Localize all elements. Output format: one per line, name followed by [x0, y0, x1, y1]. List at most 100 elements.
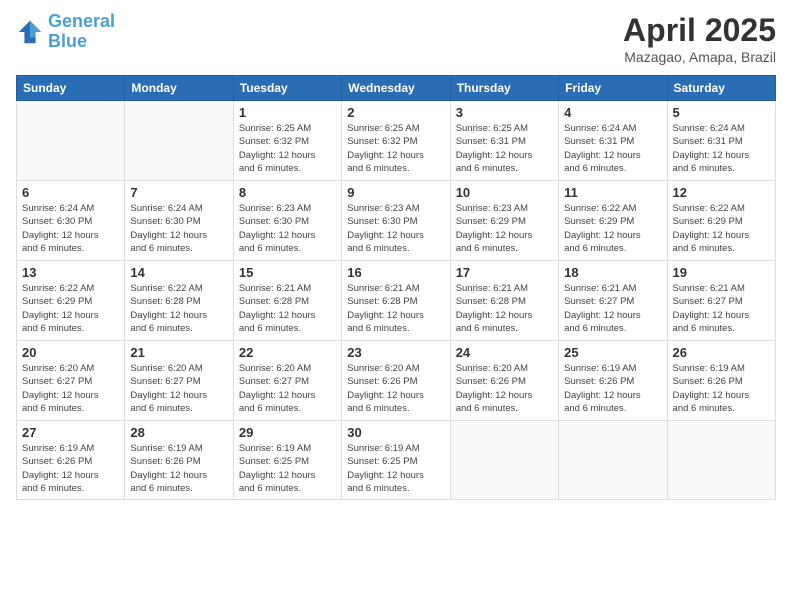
day-number: 30 — [347, 425, 444, 440]
day-number: 1 — [239, 105, 336, 120]
day-info: Sunrise: 6:25 AM Sunset: 6:32 PM Dayligh… — [239, 122, 336, 175]
calendar-day-cell: 20Sunrise: 6:20 AM Sunset: 6:27 PM Dayli… — [17, 341, 125, 421]
calendar-week-row: 27 Sunrise: 6:19 AM Sunset: 6:26 PM Dayli… — [17, 421, 776, 500]
calendar-day-cell: 28Sunrise: 6:19 AM Sunset: 6:26 PM Dayli… — [125, 421, 233, 500]
calendar-day-cell: 6 Sunrise: 6:24 AM Sunset: 6:30 PM Daylig… — [17, 181, 125, 261]
day-number: 22 — [239, 345, 336, 360]
title-block: April 2025 Mazagao, Amapa, Brazil — [623, 12, 776, 65]
day-info: Sunrise: 6:20 AM Sunset: 6:26 PM Dayligh… — [347, 362, 444, 415]
calendar-day-cell: 29 Sunrise: 6:19 AM Sunset: 6:25 PM Dayli… — [233, 421, 341, 500]
day-number: 6 — [22, 185, 119, 200]
calendar-header-thursday: Thursday — [450, 76, 558, 101]
calendar-header-wednesday: Wednesday — [342, 76, 450, 101]
calendar-day-cell — [17, 101, 125, 181]
day-info: Sunrise: 6:19 AM Sunset: 6:25 PM Dayligh… — [239, 442, 336, 495]
calendar-week-row: 13Sunrise: 6:22 AM Sunset: 6:29 PM Dayli… — [17, 261, 776, 341]
calendar-day-cell: 9 Sunrise: 6:23 AM Sunset: 6:30 PM Daylig… — [342, 181, 450, 261]
calendar-header-friday: Friday — [559, 76, 667, 101]
logo-icon — [16, 18, 44, 46]
day-info: Sunrise: 6:21 AM Sunset: 6:27 PM Dayligh… — [564, 282, 661, 335]
day-info: Sunrise: 6:22 AM Sunset: 6:29 PM Dayligh… — [564, 202, 661, 255]
day-info: Sunrise: 6:21 AM Sunset: 6:27 PM Dayligh… — [673, 282, 770, 335]
day-number: 12 — [673, 185, 770, 200]
day-info: Sunrise: 6:24 AM Sunset: 6:31 PM Dayligh… — [673, 122, 770, 175]
day-number: 10 — [456, 185, 553, 200]
calendar-day-cell: 23 Sunrise: 6:20 AM Sunset: 6:26 PM Dayli… — [342, 341, 450, 421]
day-info: Sunrise: 6:23 AM Sunset: 6:30 PM Dayligh… — [347, 202, 444, 255]
calendar-day-cell: 7Sunrise: 6:24 AM Sunset: 6:30 PM Daylig… — [125, 181, 233, 261]
calendar-day-cell: 30Sunrise: 6:19 AM Sunset: 6:25 PM Dayli… — [342, 421, 450, 500]
day-info: Sunrise: 6:19 AM Sunset: 6:26 PM Dayligh… — [673, 362, 770, 415]
day-number: 26 — [673, 345, 770, 360]
calendar-day-cell: 11 Sunrise: 6:22 AM Sunset: 6:29 PM Dayli… — [559, 181, 667, 261]
calendar-table: SundayMondayTuesdayWednesdayThursdayFrid… — [16, 75, 776, 500]
day-info: Sunrise: 6:20 AM Sunset: 6:27 PM Dayligh… — [130, 362, 227, 415]
calendar-day-cell: 3 Sunrise: 6:25 AM Sunset: 6:31 PM Daylig… — [450, 101, 558, 181]
day-info: Sunrise: 6:21 AM Sunset: 6:28 PM Dayligh… — [347, 282, 444, 335]
calendar-day-cell: 27 Sunrise: 6:19 AM Sunset: 6:26 PM Dayli… — [17, 421, 125, 500]
calendar-day-cell: 14Sunrise: 6:22 AM Sunset: 6:28 PM Dayli… — [125, 261, 233, 341]
calendar-day-cell: 25Sunrise: 6:19 AM Sunset: 6:26 PM Dayli… — [559, 341, 667, 421]
calendar-day-cell: 1 Sunrise: 6:25 AM Sunset: 6:32 PM Daylig… — [233, 101, 341, 181]
calendar-header-saturday: Saturday — [667, 76, 775, 101]
day-number: 18 — [564, 265, 661, 280]
calendar-week-row: 20Sunrise: 6:20 AM Sunset: 6:27 PM Dayli… — [17, 341, 776, 421]
logo-line2: Blue — [48, 32, 115, 52]
day-info: Sunrise: 6:20 AM Sunset: 6:26 PM Dayligh… — [456, 362, 553, 415]
day-info: Sunrise: 6:19 AM Sunset: 6:26 PM Dayligh… — [564, 362, 661, 415]
day-info: Sunrise: 6:21 AM Sunset: 6:28 PM Dayligh… — [456, 282, 553, 335]
calendar-day-cell: 2Sunrise: 6:25 AM Sunset: 6:32 PM Daylig… — [342, 101, 450, 181]
day-info: Sunrise: 6:21 AM Sunset: 6:28 PM Dayligh… — [239, 282, 336, 335]
location: Mazagao, Amapa, Brazil — [623, 49, 776, 65]
calendar-header-row: SundayMondayTuesdayWednesdayThursdayFrid… — [17, 76, 776, 101]
calendar-day-cell: 13Sunrise: 6:22 AM Sunset: 6:29 PM Dayli… — [17, 261, 125, 341]
calendar-header-sunday: Sunday — [17, 76, 125, 101]
day-number: 4 — [564, 105, 661, 120]
day-info: Sunrise: 6:22 AM Sunset: 6:29 PM Dayligh… — [673, 202, 770, 255]
calendar-day-cell: 19 Sunrise: 6:21 AM Sunset: 6:27 PM Dayli… — [667, 261, 775, 341]
day-number: 9 — [347, 185, 444, 200]
day-number: 8 — [239, 185, 336, 200]
day-number: 2 — [347, 105, 444, 120]
day-info: Sunrise: 6:19 AM Sunset: 6:26 PM Dayligh… — [22, 442, 119, 495]
day-info: Sunrise: 6:22 AM Sunset: 6:29 PM Dayligh… — [22, 282, 119, 335]
calendar-day-cell — [450, 421, 558, 500]
day-info: Sunrise: 6:23 AM Sunset: 6:30 PM Dayligh… — [239, 202, 336, 255]
day-number: 17 — [456, 265, 553, 280]
day-number: 11 — [564, 185, 661, 200]
day-info: Sunrise: 6:24 AM Sunset: 6:30 PM Dayligh… — [22, 202, 119, 255]
calendar-day-cell: 8 Sunrise: 6:23 AM Sunset: 6:30 PM Daylig… — [233, 181, 341, 261]
calendar-week-row: 1 Sunrise: 6:25 AM Sunset: 6:32 PM Daylig… — [17, 101, 776, 181]
calendar-day-cell: 18 Sunrise: 6:21 AM Sunset: 6:27 PM Dayli… — [559, 261, 667, 341]
calendar-day-cell: 17 Sunrise: 6:21 AM Sunset: 6:28 PM Dayli… — [450, 261, 558, 341]
calendar-day-cell: 24Sunrise: 6:20 AM Sunset: 6:26 PM Dayli… — [450, 341, 558, 421]
day-number: 23 — [347, 345, 444, 360]
day-info: Sunrise: 6:22 AM Sunset: 6:28 PM Dayligh… — [130, 282, 227, 335]
calendar-header-tuesday: Tuesday — [233, 76, 341, 101]
header: General Blue April 2025 Mazagao, Amapa, … — [16, 12, 776, 65]
day-info: Sunrise: 6:23 AM Sunset: 6:29 PM Dayligh… — [456, 202, 553, 255]
calendar-day-cell: 5Sunrise: 6:24 AM Sunset: 6:31 PM Daylig… — [667, 101, 775, 181]
day-number: 28 — [130, 425, 227, 440]
logo-line1: General — [48, 12, 115, 32]
logo: General Blue — [16, 12, 115, 52]
day-number: 27 — [22, 425, 119, 440]
calendar-header-monday: Monday — [125, 76, 233, 101]
day-number: 16 — [347, 265, 444, 280]
day-info: Sunrise: 6:20 AM Sunset: 6:27 PM Dayligh… — [239, 362, 336, 415]
page: General Blue April 2025 Mazagao, Amapa, … — [0, 0, 792, 612]
day-number: 3 — [456, 105, 553, 120]
calendar-day-cell — [125, 101, 233, 181]
calendar-day-cell: 15 Sunrise: 6:21 AM Sunset: 6:28 PM Dayli… — [233, 261, 341, 341]
day-info: Sunrise: 6:25 AM Sunset: 6:31 PM Dayligh… — [456, 122, 553, 175]
day-number: 19 — [673, 265, 770, 280]
day-info: Sunrise: 6:20 AM Sunset: 6:27 PM Dayligh… — [22, 362, 119, 415]
calendar-week-row: 6 Sunrise: 6:24 AM Sunset: 6:30 PM Daylig… — [17, 181, 776, 261]
calendar-day-cell: 22 Sunrise: 6:20 AM Sunset: 6:27 PM Dayli… — [233, 341, 341, 421]
calendar-day-cell — [559, 421, 667, 500]
day-info: Sunrise: 6:24 AM Sunset: 6:31 PM Dayligh… — [564, 122, 661, 175]
calendar-day-cell: 4 Sunrise: 6:24 AM Sunset: 6:31 PM Daylig… — [559, 101, 667, 181]
calendar-day-cell: 16 Sunrise: 6:21 AM Sunset: 6:28 PM Dayli… — [342, 261, 450, 341]
day-number: 15 — [239, 265, 336, 280]
day-number: 29 — [239, 425, 336, 440]
